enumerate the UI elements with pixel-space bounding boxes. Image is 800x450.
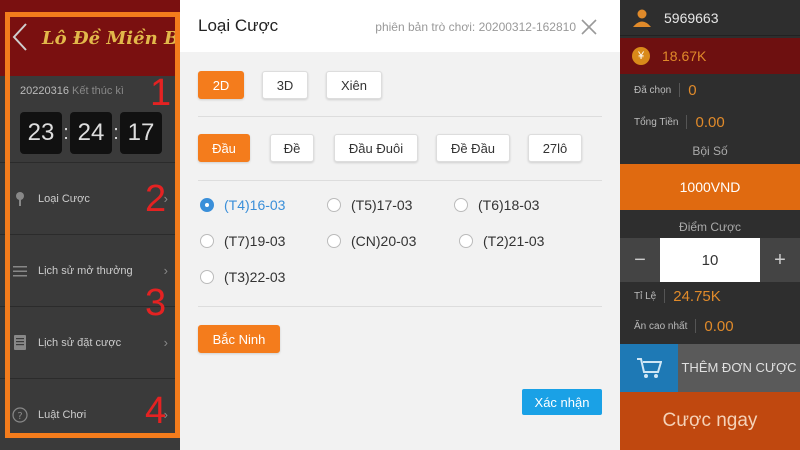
modal-body: 2D 3D Xiên Đầu Đề Đầu Đuôi Đề Đầu 27lô (… (180, 52, 620, 450)
radio-icon (200, 270, 214, 284)
minus-button[interactable]: − (620, 238, 660, 282)
game-type-3d-button[interactable]: 3D (262, 71, 308, 99)
separator (679, 83, 681, 97)
cart-icon (637, 358, 662, 378)
date-label: (CN)20-03 (351, 233, 417, 249)
date-label: (T5)17-03 (351, 197, 413, 213)
game-type-xien-button[interactable]: Xiên (326, 71, 382, 99)
bet-now-button[interactable]: Cược ngay (620, 392, 800, 450)
date-option[interactable]: (T7)19-03 (200, 233, 285, 249)
divider (198, 306, 602, 307)
annotation-number: 1 (150, 72, 172, 114)
divider (198, 180, 602, 181)
radio-icon (200, 234, 214, 248)
ratio-value: 24.75K (673, 287, 721, 305)
date-option[interactable]: (T5)17-03 (327, 197, 412, 213)
bet-type-de-dau-button[interactable]: Đề Đầu (436, 134, 510, 162)
game-type-2d-button[interactable]: 2D (198, 71, 244, 99)
balance-amount: 18.67K (662, 48, 707, 64)
bet-type-dau-button[interactable]: Đầu (198, 134, 250, 162)
date-label: (T3)22-03 (224, 269, 286, 285)
user-id: 5969663 (664, 9, 719, 26)
date-option[interactable]: (T3)22-03 (200, 269, 285, 285)
date-label: (T2)21-03 (483, 233, 545, 249)
user-row: 5969663 (620, 0, 800, 36)
selected-value: 0 (688, 81, 697, 99)
date-label: (T4)16-03 (224, 197, 286, 213)
date-option[interactable]: (T6)18-03 (454, 197, 539, 213)
date-label: (T6)18-03 (478, 197, 540, 213)
bet-type-dau-duoi-button[interactable]: Đầu Đuôi (334, 134, 418, 162)
region-bac-ninh-button[interactable]: Bắc Ninh (198, 325, 280, 353)
multiplier-button[interactable]: 1000VND (620, 164, 800, 210)
points-input[interactable]: 10 (660, 238, 760, 282)
points-stepper: − 10 + (620, 238, 800, 282)
points-label: Điểm Cược (679, 220, 741, 234)
modal-title: Loại Cược (198, 16, 279, 35)
separator (695, 319, 697, 333)
date-option[interactable]: (T4)16-03 (200, 197, 285, 213)
date-option[interactable]: (CN)20-03 (327, 233, 416, 249)
bet-type-modal: Loại Cược phiên bản trò chơi: 20200312-1… (180, 0, 620, 450)
plus-button[interactable]: + (760, 238, 800, 282)
confirm-button[interactable]: Xác nhận (522, 389, 602, 415)
total-row: Tổng Tiền 0.00 (620, 108, 800, 136)
radio-icon (327, 234, 341, 248)
separator (686, 115, 688, 129)
annotation-number: 4 (145, 390, 167, 432)
ratio-label: Tỉ Lệ (634, 290, 657, 302)
radio-icon (459, 234, 473, 248)
bet-type-de-button[interactable]: Đề (270, 134, 314, 162)
annotation-number: 3 (145, 282, 167, 324)
balance-row: ¥ 18.67K (620, 38, 800, 74)
total-label: Tổng Tiền (634, 116, 679, 128)
close-icon[interactable] (580, 18, 598, 36)
radio-icon (454, 198, 468, 212)
annotation-number: 2 (145, 178, 167, 220)
divider (198, 116, 602, 117)
separator (664, 289, 666, 303)
modal-header: Loại Cược phiên bản trò chơi: 20200312-1… (180, 0, 620, 52)
selected-row: Đã chọn 0 (620, 76, 800, 104)
bet-summary-panel: 5969663 ¥ 18.67K Đã chọn 0 Tổng Tiền 0.0… (620, 0, 800, 450)
date-option[interactable]: (T2)21-03 (459, 233, 544, 249)
add-order-button[interactable]: THÊM ĐƠN CƯỢC (678, 344, 800, 392)
ratio-row: Tỉ Lệ 24.75K (620, 282, 800, 310)
game-version: phiên bản trò chơi: 20200312-162810 (375, 20, 576, 34)
date-label: (T7)19-03 (224, 233, 286, 249)
multiplier-label: Bội Số (692, 144, 728, 158)
radio-icon (327, 198, 341, 212)
coin-icon: ¥ (632, 47, 650, 65)
max-win-label: Ăn cao nhất (634, 320, 688, 332)
bet-type-27lo-button[interactable]: 27lô (528, 134, 582, 162)
selected-label: Đã chọn (634, 84, 672, 96)
left-sidebar: Lô Đề Miền Bắc 20220316 Kết thúc kì 23 :… (0, 0, 202, 450)
max-win-row: Ăn cao nhất 0.00 (620, 312, 800, 340)
user-icon (633, 9, 651, 27)
total-value: 0.00 (695, 113, 725, 131)
cart-button[interactable] (620, 344, 678, 392)
radio-icon (200, 198, 214, 212)
max-win-value: 0.00 (704, 317, 734, 335)
